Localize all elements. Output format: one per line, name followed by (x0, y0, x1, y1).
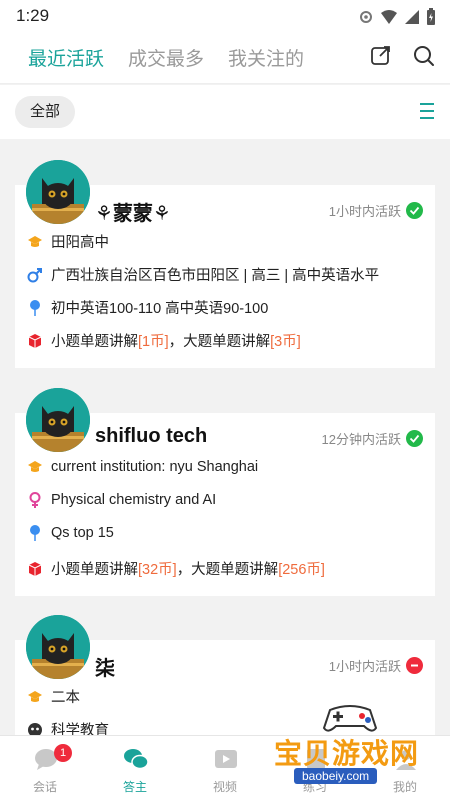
cube-icon (27, 561, 43, 577)
cat-avatar-icon (26, 388, 90, 452)
price-small: [1币] (138, 334, 169, 350)
status-time: 1:29 (16, 6, 50, 25)
price-row: 小题单题讲解[1币]，大题单题讲解[3币] (27, 330, 301, 351)
school-text: current institution: nyu Shanghai (51, 459, 259, 475)
tab-recent-active[interactable]: 最近活跃 (28, 44, 104, 71)
filter-bar: 全部 (0, 85, 450, 139)
price-row: 小题单题讲解[32币]，大题单题讲解[256币] (27, 558, 325, 579)
online-check-icon (406, 202, 423, 219)
active-time: 12分钟内活跃 (322, 429, 423, 448)
tab-label: 视频 (212, 780, 237, 794)
tab-label: 会话 (32, 780, 57, 794)
tab-video[interactable]: 视频 (180, 736, 270, 800)
score-text: 初中英语100-110 高中英语90-100 (51, 301, 269, 317)
signal-icon (405, 10, 419, 24)
tab-most-deals[interactable]: 成交最多 (128, 44, 204, 71)
settings-gear-icon (360, 11, 372, 23)
busy-minus-icon (406, 657, 423, 674)
active-time: 1小时内活跃 (329, 656, 423, 675)
tutor-name: shifluo tech (95, 425, 208, 447)
school-row: 田阳高中 (27, 231, 109, 252)
graduation-cap-icon (27, 459, 43, 475)
female-icon (27, 492, 43, 508)
cat-avatar-icon (26, 160, 90, 224)
price-large: [256币] (278, 562, 325, 578)
active-time-label: 1小时内活跃 (328, 204, 401, 219)
avatar[interactable] (26, 388, 90, 452)
active-time-label: 12分钟内活跃 (321, 432, 401, 447)
top-nav: 最近活跃 成交最多 我关注的 (0, 32, 450, 84)
list-icon[interactable] (420, 102, 434, 120)
gamepad-logo-icon (322, 705, 378, 732)
price-mid: ，大题单题讲解 (176, 562, 279, 578)
price-text: 小题单题讲解[32币]，大题单题讲解[256币] (51, 558, 325, 579)
location-pin-icon (27, 299, 43, 316)
status-bar: 1:29 (0, 0, 450, 32)
tab-following[interactable]: 我关注的 (228, 44, 304, 71)
tab-chat[interactable]: 1 会话 (0, 736, 90, 800)
price-large: [3币] (270, 334, 301, 350)
tab-label: 答主 (122, 780, 147, 794)
filter-chip-all[interactable]: 全部 (15, 96, 75, 128)
male-icon (27, 267, 43, 283)
price-text: 小题单题讲解[1币]，大题单题讲解[3币] (51, 330, 301, 351)
score-row: Qs top 15 (27, 525, 114, 541)
price-prefix: 小题单题讲解 (51, 334, 138, 350)
active-time: 1小时内活跃 (329, 201, 423, 220)
double-chat-icon (124, 749, 149, 770)
unread-badge: 1 (54, 744, 72, 762)
tutor-name: 柒 (95, 658, 115, 680)
info-text: 广西壮族自治区百色市田阳区 | 高三 | 高中英语水平 (51, 268, 380, 284)
graduation-cap-icon (27, 234, 43, 250)
wifi-icon (381, 10, 397, 24)
status-icons (358, 8, 436, 26)
school-text: 二本 (51, 690, 80, 706)
info-row: Physical chemistry and AI (27, 492, 216, 508)
online-check-icon (406, 430, 423, 447)
graduation-cap-icon (27, 689, 43, 705)
share-icon[interactable] (370, 44, 392, 66)
tutor-name: ⚘蒙蒙⚘ (95, 203, 171, 225)
score-row: 初中英语100-110 高中英语90-100 (27, 297, 268, 318)
watermark-url: baobeiy.com (294, 768, 378, 784)
school-row: current institution: nyu Shanghai (27, 459, 258, 475)
video-icon (215, 750, 237, 768)
watermark-text: 宝贝游戏网 (274, 738, 420, 769)
school-row: 二本 (27, 686, 80, 707)
price-prefix: 小题单题讲解 (51, 562, 138, 578)
school-text: 田阳高中 (51, 235, 109, 251)
active-time-label: 1小时内活跃 (328, 659, 401, 674)
score-text: Qs top 15 (51, 525, 114, 541)
info-row: 广西壮族自治区百色市田阳区 | 高三 | 高中英语水平 (27, 264, 379, 285)
avatar[interactable] (26, 160, 90, 224)
info-text: Physical chemistry and AI (51, 492, 217, 508)
search-icon[interactable] (412, 44, 436, 68)
avatar[interactable] (26, 615, 90, 679)
price-small: [32币] (138, 562, 177, 578)
tab-answerers[interactable]: 答主 (90, 736, 180, 800)
watermark: 宝贝游戏网 baobeiy.com (274, 700, 424, 796)
location-pin-icon (27, 525, 43, 541)
cat-avatar-icon (26, 615, 90, 679)
cube-icon (27, 333, 43, 349)
battery-icon (427, 8, 435, 25)
price-mid: ，大题单题讲解 (168, 334, 271, 350)
